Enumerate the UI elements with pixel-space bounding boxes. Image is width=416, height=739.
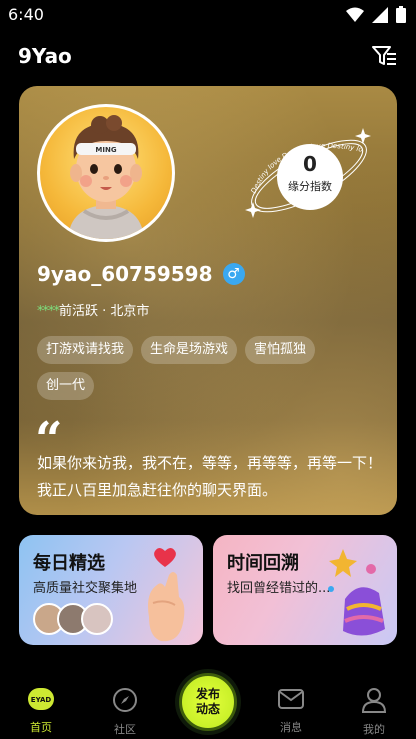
- filter-button[interactable]: [370, 42, 398, 70]
- avatar: [81, 603, 113, 635]
- profile-card[interactable]: MING Destiny love Destiny love Destiny l…: [19, 86, 397, 515]
- tag[interactable]: 创一代: [37, 372, 95, 400]
- status-time: 6:40: [8, 5, 44, 24]
- signal-icon: [372, 6, 388, 23]
- tag[interactable]: 生命是场游戏: [141, 336, 238, 364]
- nav-item-messages[interactable]: 消息: [261, 687, 321, 735]
- person-icon: [361, 688, 387, 713]
- svg-text:MING: MING: [95, 146, 116, 154]
- nav-item-profile[interactable]: 我的: [344, 687, 404, 737]
- compass-icon: [113, 688, 137, 712]
- daily-picks-card[interactable]: 每日精选 高质量社交聚集地: [19, 535, 203, 645]
- filter-icon: [372, 46, 396, 65]
- fate-index-value: 0: [303, 152, 317, 176]
- tag[interactable]: 害怕孤独: [245, 336, 316, 364]
- fate-index-widget[interactable]: Destiny love Destiny love Destiny love 0…: [241, 124, 377, 224]
- interest-tags: 打游戏请找我 生命是场游戏 害怕孤独 创一代: [37, 336, 377, 400]
- publish-post-button[interactable]: 发布 动态: [175, 669, 241, 735]
- mail-icon: [278, 689, 304, 709]
- nav-item-community[interactable]: 社区: [95, 687, 155, 737]
- status-bar: 6:40: [0, 0, 416, 30]
- nav-label: 我的: [363, 723, 385, 736]
- app-title: 9Yao: [18, 44, 72, 68]
- battery-icon: [396, 6, 406, 23]
- activity-text: 前活跃 · 北京市: [59, 304, 150, 319]
- fate-index-label: 缘分指数: [288, 180, 332, 193]
- feature-title: 时间回溯: [227, 553, 299, 574]
- avatar-image: MING: [40, 107, 172, 239]
- finger-heart-icon: [148, 548, 185, 642]
- avatar-stack: [33, 603, 113, 635]
- party-popper-icon: [328, 549, 385, 636]
- tag[interactable]: 打游戏请找我: [37, 336, 134, 364]
- cartoon-boy-icon: MING: [68, 115, 144, 239]
- nav-label: 消息: [280, 721, 302, 734]
- avatar[interactable]: MING: [37, 104, 175, 242]
- publish-label-line2: 动态: [195, 702, 220, 716]
- publish-label-line1: 发布: [195, 687, 220, 701]
- male-gender-icon: ♂: [222, 263, 245, 285]
- fate-index-circle: 0 缘分指数: [277, 144, 343, 210]
- nav-label: 首页: [30, 721, 52, 734]
- feature-subtitle: 找回曾经错过的...: [227, 581, 331, 596]
- username-row: 9yao_60759598 ♂: [37, 262, 245, 286]
- username: 9yao_60759598: [37, 262, 213, 286]
- app-header: 9Yao: [0, 38, 416, 74]
- wifi-icon: [346, 7, 364, 22]
- status-icons: [346, 6, 406, 23]
- publish-button-face: 发布 动态: [179, 673, 237, 731]
- time-rewind-card[interactable]: 时间回溯 找回曾经错过的...: [213, 535, 397, 645]
- nav-label: 社区: [114, 723, 136, 736]
- activity-dots: ****: [37, 304, 60, 319]
- activity-status: ****前活跃 · 北京市: [37, 300, 149, 319]
- home-logo-icon: EYAD: [28, 688, 54, 710]
- feature-title: 每日精选: [33, 553, 105, 574]
- feature-subtitle: 高质量社交聚集地: [33, 581, 138, 596]
- svg-text:EYAD: EYAD: [31, 696, 52, 704]
- bio-text: 如果你来访我，我不在，等等，再等等，再等一下！我正八百里加急赶往你的聊天界面。: [37, 454, 383, 499]
- nav-item-home[interactable]: EYAD 首页: [11, 687, 71, 735]
